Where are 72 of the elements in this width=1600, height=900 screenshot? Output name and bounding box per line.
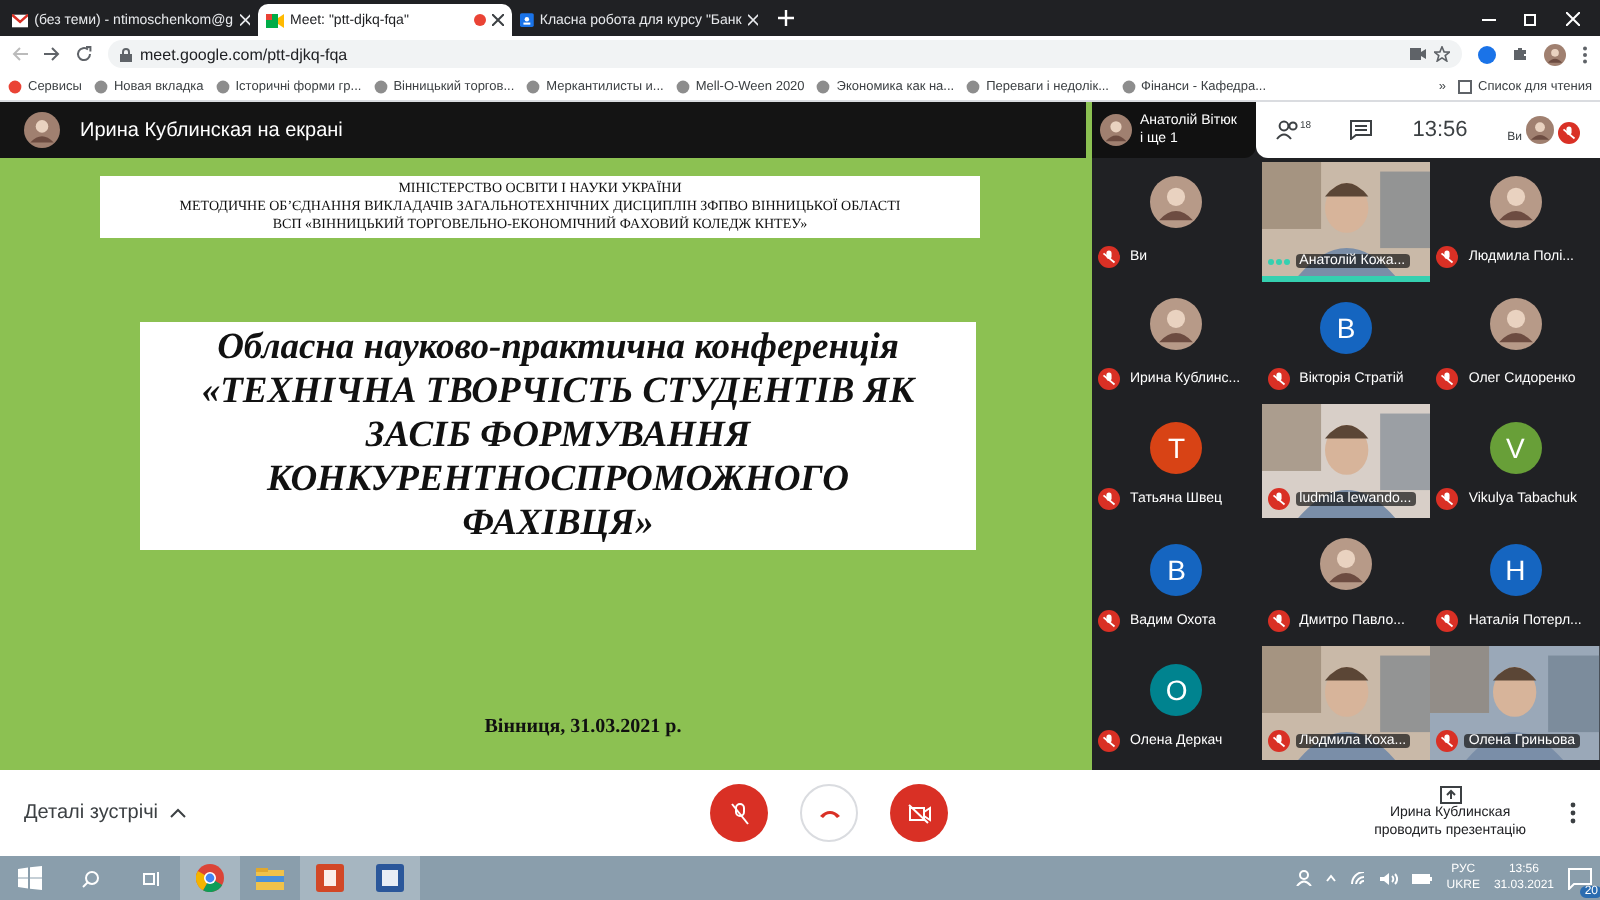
initial-avatar: О <box>1150 664 1203 717</box>
caret-icon[interactable] <box>1326 874 1337 882</box>
bookmark-icon <box>1121 79 1135 93</box>
mic-off-icon <box>1558 122 1581 144</box>
camera-icon[interactable] <box>1410 48 1426 60</box>
extension-icon[interactable] <box>1478 45 1496 63</box>
initial-avatar: В <box>1150 543 1203 596</box>
bookmark-icon <box>526 79 541 93</box>
title-line: ЗАСІБ ФОРМУВАННЯ <box>365 414 751 458</box>
meeting-time: 13:56 <box>1412 118 1468 142</box>
initial-avatar: В <box>1319 302 1372 355</box>
title-line: ФАХІВЦЯ» <box>462 502 654 546</box>
new-tab-icon[interactable] <box>778 10 794 26</box>
avatar-icon <box>1544 43 1566 65</box>
bookmark-icon <box>215 79 230 93</box>
bookmark-icon <box>373 79 388 93</box>
mic-toggle-button[interactable] <box>710 784 769 842</box>
close-icon[interactable] <box>492 14 504 26</box>
camera-icon <box>266 13 284 27</box>
bookmark-icon <box>816 79 831 93</box>
camera-off-icon <box>907 803 932 823</box>
address-bar[interactable]: meet.google.com/ptt-djkq-fqa <box>108 40 1462 68</box>
classroom-icon <box>520 12 534 28</box>
battery-icon[interactable] <box>1412 873 1433 883</box>
avatar-icon <box>1150 176 1203 229</box>
avatar-icon <box>1319 538 1372 591</box>
bookmark-icon <box>93 79 108 93</box>
meeting-details-button[interactable]: Деталі зустрічі <box>24 802 187 824</box>
chrome-icon[interactable] <box>196 864 224 892</box>
chat-icon[interactable] <box>1350 120 1373 140</box>
windows-start-icon[interactable] <box>18 866 42 890</box>
task-view-icon[interactable] <box>141 869 159 887</box>
avatar-icon <box>1150 297 1203 350</box>
avatar-icon <box>1100 114 1132 146</box>
avatar-icon <box>1489 297 1542 350</box>
word-icon[interactable] <box>376 864 404 892</box>
title-line: Обласна науково-практична конференція <box>217 326 899 370</box>
phone-icon <box>817 807 842 819</box>
presenter-label: Ирина Кублинская на екрані <box>80 119 343 141</box>
maximize-icon[interactable] <box>1524 11 1538 25</box>
more-icon[interactable] <box>1582 45 1588 63</box>
mail-icon <box>12 13 29 27</box>
title-line: «ТЕХНІЧНА ТВОРЧІСТЬ СТУДЕНТІВ ЯК <box>201 370 915 414</box>
notification-icon[interactable] <box>1568 867 1592 889</box>
powerpoint-icon[interactable] <box>316 864 344 892</box>
initial-avatar: Т <box>1150 422 1203 475</box>
initial-avatar: Н <box>1489 543 1542 596</box>
bookmark-icon <box>8 79 22 93</box>
title-line: КОНКУРЕНТНОСПРОМОЖНОГО <box>267 458 849 502</box>
volume-icon[interactable] <box>1380 871 1399 885</box>
more-icon[interactable] <box>1570 802 1576 824</box>
lock-icon <box>120 47 132 61</box>
slide-footer: Вінниця, 31.03.2021 р. <box>484 716 682 738</box>
bookmark-icon <box>675 79 690 93</box>
present-screen-icon[interactable] <box>1439 786 1462 804</box>
person-icon[interactable] <box>1296 870 1313 886</box>
reload-icon[interactable] <box>76 46 92 62</box>
search-icon[interactable] <box>81 869 99 887</box>
bookmark-icon <box>966 79 981 93</box>
avatar-icon <box>1489 176 1542 229</box>
avatar-icon <box>1526 116 1555 144</box>
camera-toggle-button[interactable] <box>890 784 949 842</box>
puzzle-icon[interactable] <box>1512 46 1528 62</box>
list-icon <box>1458 79 1472 93</box>
forward-icon[interactable] <box>44 46 60 62</box>
mic-off-icon <box>729 801 750 825</box>
people-icon[interactable] <box>1275 120 1300 140</box>
wifi-icon[interactable] <box>1350 871 1367 885</box>
star-icon[interactable] <box>1434 46 1450 62</box>
avatar-icon <box>24 112 60 148</box>
initial-avatar: V <box>1489 422 1542 475</box>
chevron-up-icon <box>170 808 187 818</box>
